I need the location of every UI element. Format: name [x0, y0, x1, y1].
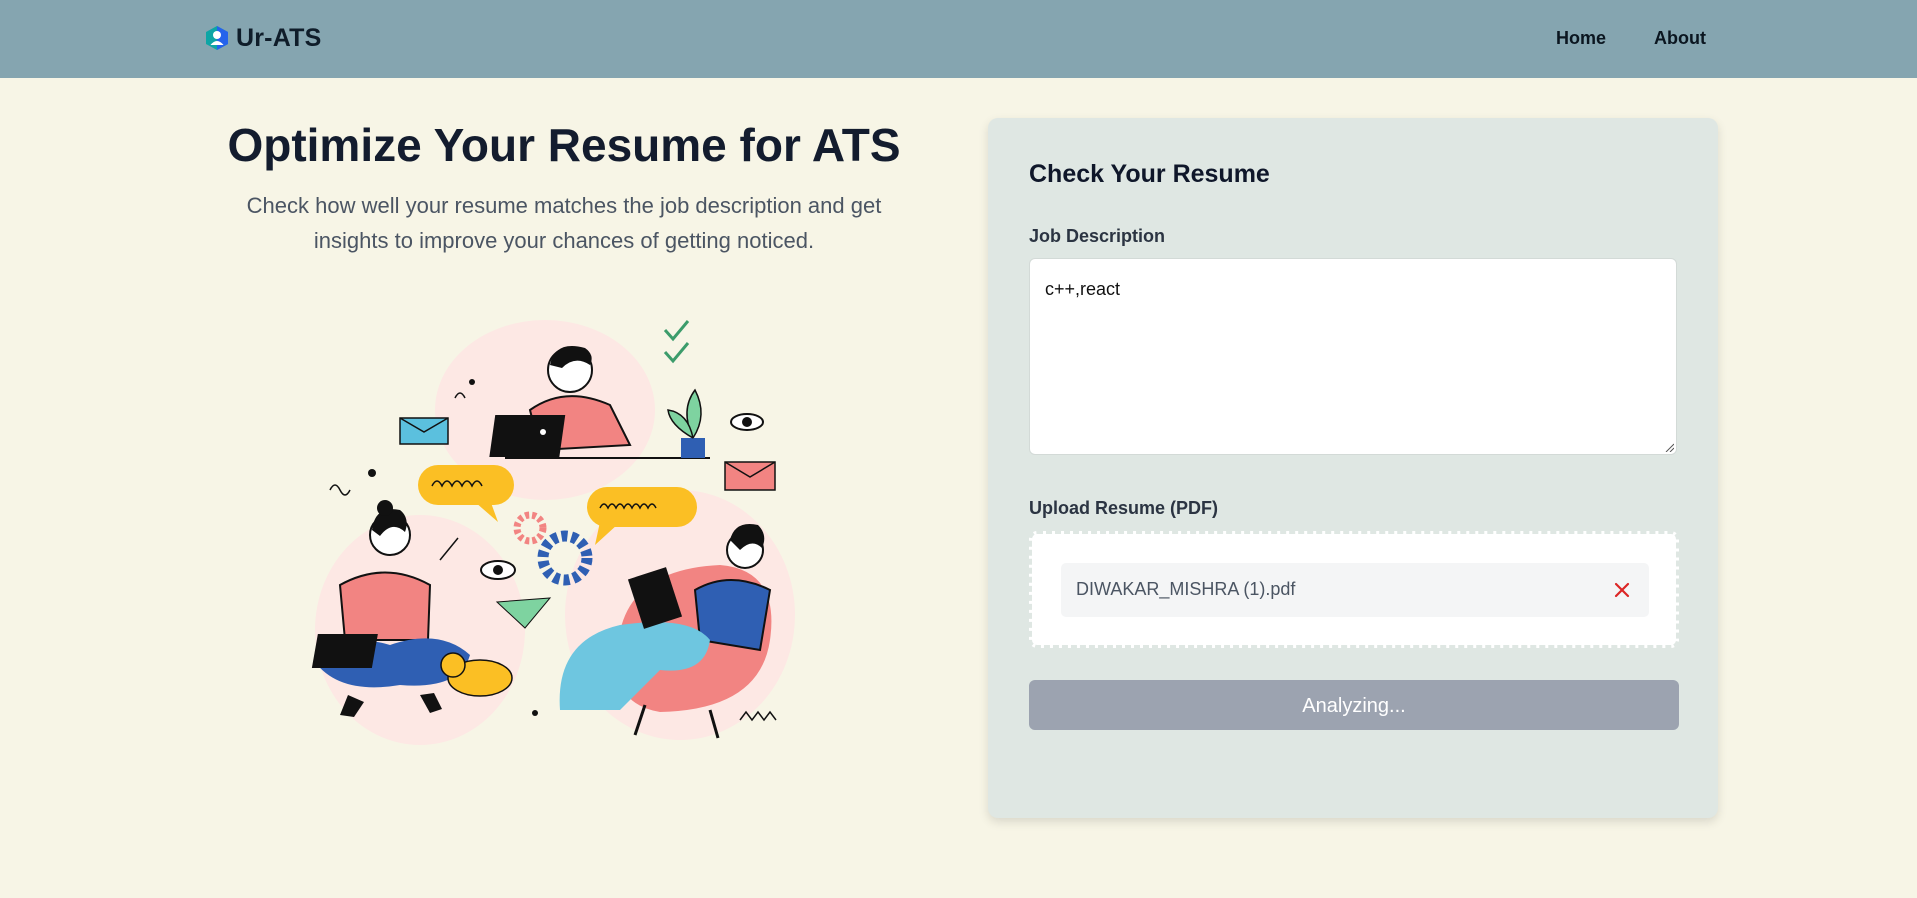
uploaded-file-chip: DIWAKAR_MISHRA (1).pdf	[1061, 563, 1649, 617]
card-title: Check Your Resume	[1029, 160, 1270, 188]
resume-illustration	[311, 320, 795, 745]
nav-about-link[interactable]: About	[1654, 28, 1706, 49]
job-description-input[interactable]: c++,react	[1029, 258, 1677, 455]
analyze-button[interactable]: Analyzing...	[1029, 680, 1679, 730]
check-resume-card: Check Your Resume Job Description c++,re…	[988, 118, 1718, 818]
nav-home-link[interactable]: Home	[1556, 28, 1606, 49]
hero-title: Optimize Your Resume for ATS	[227, 119, 901, 171]
navbar: Ur-ATS Home About	[0, 0, 1917, 78]
uploaded-file-name: DIWAKAR_MISHRA (1).pdf	[1076, 579, 1296, 599]
brand-logo-link[interactable]: Ur-ATS	[204, 22, 321, 54]
upload-resume-label: Upload Resume (PDF)	[1029, 498, 1219, 518]
hero-subtitle: Check how well your resume matches the j…	[246, 193, 882, 253]
brand-name: Ur-ATS	[236, 23, 322, 52]
resize-grip-icon[interactable]	[1664, 442, 1674, 452]
close-icon[interactable]	[1609, 577, 1635, 603]
job-description-label: Job Description	[1029, 226, 1166, 246]
resume-dropzone[interactable]: DIWAKAR_MISHRA (1).pdf	[1029, 531, 1679, 648]
ur-ats-logo-icon	[206, 26, 228, 50]
